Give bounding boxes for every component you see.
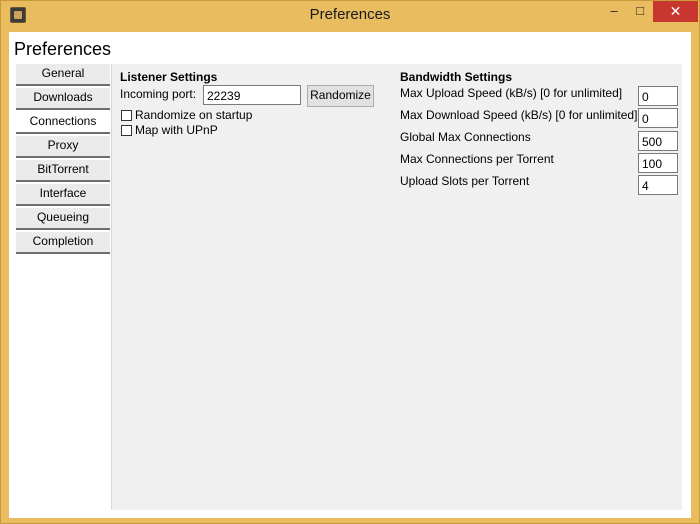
upload-slots-label: Upload Slots per Torrent (400, 174, 530, 188)
randomize-on-startup-label: Randomize on startup (135, 108, 253, 122)
title-bar[interactable]: Preferences – □ ✕ (1, 1, 699, 31)
tab-general[interactable]: General (16, 64, 110, 86)
max-connections-per-torrent-label: Max Connections per Torrent (400, 152, 554, 166)
max-upload-input[interactable]: 0 (638, 86, 678, 106)
close-button[interactable]: ✕ (653, 1, 698, 22)
tab-queueing[interactable]: Queueing (16, 208, 110, 230)
preferences-window: Preferences – □ ✕ Preferences General Do… (0, 0, 700, 524)
maximize-button[interactable]: □ (627, 1, 653, 22)
listener-settings-title: Listener Settings (120, 70, 218, 84)
randomize-button[interactable]: Randomize (307, 85, 374, 107)
tab-completion[interactable]: Completion (16, 232, 110, 254)
bandwidth-settings-title: Bandwidth Settings (400, 70, 512, 84)
randomize-on-startup-checkbox[interactable] (121, 110, 132, 121)
max-connections-per-torrent-input[interactable]: 100 (638, 153, 678, 173)
max-download-label: Max Download Speed (kB/s) [0 for unlimit… (400, 108, 638, 122)
connections-panel: Listener Settings Incoming port: 22239 R… (111, 64, 682, 510)
tab-bittorrent[interactable]: BitTorrent (16, 160, 110, 182)
global-max-connections-input[interactable]: 500 (638, 131, 678, 151)
max-download-input[interactable]: 0 (638, 108, 678, 128)
tab-proxy[interactable]: Proxy (16, 136, 110, 158)
tab-list: General Downloads Connections Proxy BitT… (16, 64, 110, 256)
tab-downloads[interactable]: Downloads (16, 88, 110, 110)
minimize-button[interactable]: – (601, 1, 627, 22)
tab-interface[interactable]: Interface (16, 184, 110, 206)
map-upnp-label: Map with UPnP (135, 123, 218, 137)
incoming-port-input[interactable]: 22239 (203, 85, 301, 105)
max-upload-label: Max Upload Speed (kB/s) [0 for unlimited… (400, 86, 623, 100)
client-area: Preferences General Downloads Connection… (9, 32, 691, 518)
map-upnp-checkbox[interactable] (121, 125, 132, 136)
global-max-connections-label: Global Max Connections (400, 130, 531, 144)
tab-connections[interactable]: Connections (16, 112, 110, 134)
incoming-port-label: Incoming port: (120, 87, 197, 101)
page-heading: Preferences (14, 39, 112, 59)
window-title: Preferences (309, 6, 391, 23)
upload-slots-input[interactable]: 4 (638, 175, 678, 195)
